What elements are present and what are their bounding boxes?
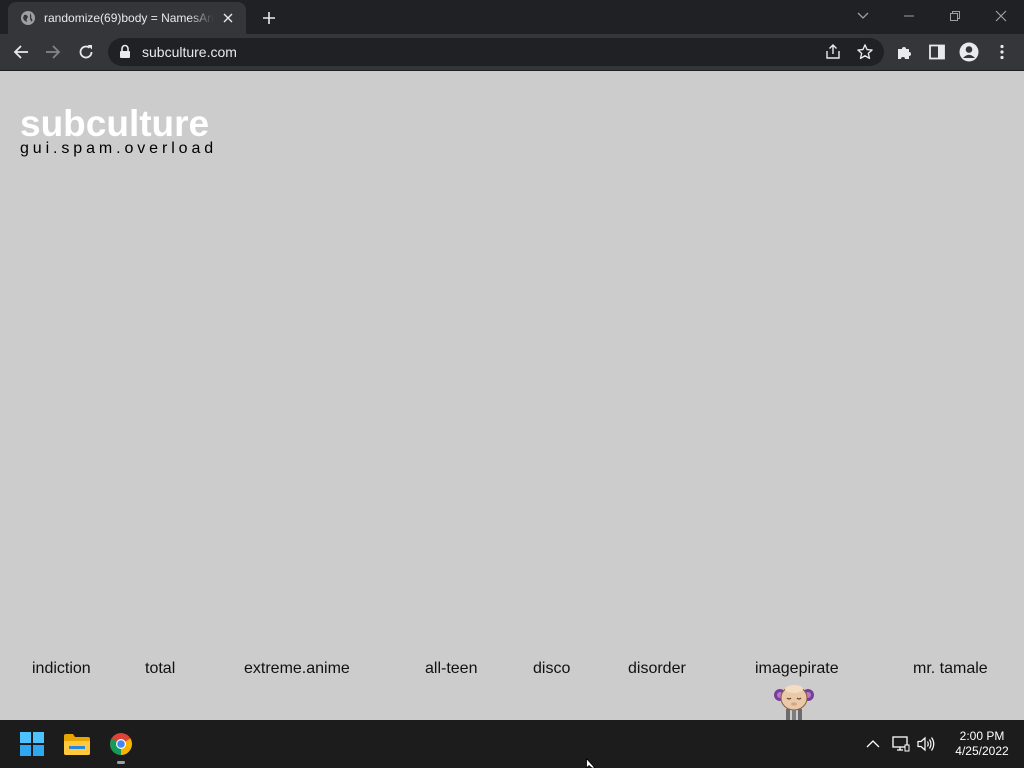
more-vertical-icon [1000, 44, 1004, 60]
new-tab-button[interactable] [258, 7, 280, 29]
profile-button[interactable] [954, 37, 984, 67]
back-arrow-icon [13, 45, 28, 59]
file-explorer-icon[interactable] [61, 728, 93, 760]
nav-link-disorder[interactable]: disorder [628, 660, 686, 678]
close-icon[interactable] [220, 10, 236, 26]
reload-icon [79, 45, 93, 59]
tab-title: randomize(69)body = NamesArray [44, 11, 214, 25]
network-icon[interactable] [892, 735, 910, 753]
menu-button[interactable] [987, 37, 1017, 67]
restore-button[interactable] [932, 0, 978, 32]
profile-icon [959, 42, 979, 62]
close-window-button[interactable] [978, 0, 1024, 32]
active-app-indicator [117, 761, 125, 764]
globe-icon [20, 10, 36, 26]
site-logo-subtitle: gui.spam.overload [20, 140, 218, 157]
browser-toolbar: subculture.com [0, 34, 1024, 70]
clock-time: 2:00 PM [959, 729, 1005, 743]
sheep-icon[interactable] [773, 683, 815, 721]
nav-link-total[interactable]: total [145, 660, 175, 678]
forward-arrow-icon [46, 45, 61, 59]
chrome-icon[interactable] [105, 728, 137, 760]
lock-icon[interactable] [119, 44, 133, 60]
minimize-button[interactable] [886, 0, 932, 32]
browser-tab-strip: randomize(69)body = NamesArray [0, 0, 1024, 34]
page-content: subculture gui.spam.overload indiction t… [0, 71, 1024, 720]
taskbar-clock[interactable]: 2:00 PM 4/25/2022 [940, 729, 1024, 759]
plus-icon [263, 12, 275, 24]
browser-tab[interactable]: randomize(69)body = NamesArray [8, 2, 246, 34]
restore-icon [950, 11, 960, 21]
nav-link-disco[interactable]: disco [533, 660, 570, 678]
url-text[interactable]: subculture.com [142, 44, 237, 60]
reload-button[interactable] [71, 37, 101, 67]
share-icon[interactable] [824, 43, 842, 61]
forward-button[interactable] [38, 37, 68, 67]
mouse-cursor-icon [586, 758, 596, 768]
chevron-up-icon[interactable] [864, 735, 882, 753]
close-icon [995, 10, 1007, 22]
taskbar: 2:00 PM 4/25/2022 [0, 720, 1024, 768]
tab-search-button[interactable] [840, 0, 886, 32]
extensions-button[interactable] [890, 37, 920, 67]
star-icon[interactable] [856, 43, 874, 61]
side-panel-icon [929, 44, 945, 60]
nav-link-all-teen[interactable]: all-teen [425, 660, 477, 678]
windows-start-icon[interactable] [16, 728, 48, 760]
minimize-icon [904, 15, 914, 17]
puzzle-icon [898, 47, 911, 59]
chevron-down-icon [857, 12, 869, 19]
address-bar[interactable]: subculture.com [108, 38, 884, 66]
nav-link-indiction[interactable]: indiction [32, 660, 91, 678]
nav-link-mr-tamale[interactable]: mr. tamale [913, 660, 988, 678]
site-logo-title[interactable]: subculture [20, 103, 209, 145]
nav-link-imagepirate[interactable]: imagepirate [755, 660, 839, 678]
back-button[interactable] [6, 37, 36, 67]
volume-icon[interactable] [917, 735, 935, 753]
clock-date: 4/25/2022 [955, 744, 1009, 758]
side-panel-button[interactable] [922, 37, 952, 67]
nav-link-extreme-anime[interactable]: extreme.anime [244, 660, 350, 678]
